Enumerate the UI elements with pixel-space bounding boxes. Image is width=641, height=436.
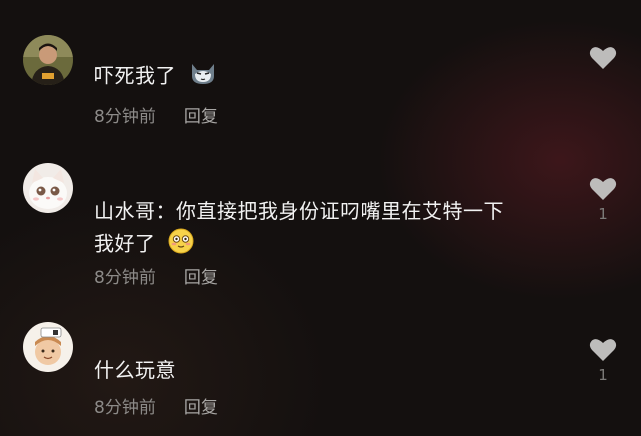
blush-emoji-icon <box>168 228 194 262</box>
comment-body: 你直接把我身份证叼嘴里在艾特一下 <box>176 199 504 223</box>
reply-button[interactable]: 回复 <box>184 393 218 418</box>
avatar[interactable] <box>23 322 73 372</box>
comment-line-2: 我好了 <box>94 228 574 262</box>
reply-button[interactable]: 回复 <box>184 263 218 288</box>
like-count: 1 <box>598 366 608 384</box>
avatar[interactable] <box>23 163 73 213</box>
comment-body-continued: 我好了 <box>94 231 156 256</box>
comment-text: 山水哥：你直接把我身份证叼嘴里在艾特一下 我好了 <box>94 196 574 262</box>
comment-text: 什么玩意 <box>94 355 574 385</box>
comment-author[interactable]: 山水哥： <box>94 199 176 223</box>
heart-icon <box>589 47 617 69</box>
comment-text: 吓死我了 <box>94 60 574 94</box>
comment-body: 什么玩意 <box>94 358 176 382</box>
comment-time: 8分钟前 <box>94 106 156 127</box>
heart-icon <box>589 178 617 200</box>
comment-meta: 8分钟前 回复 <box>94 393 218 418</box>
like-button[interactable]: 1 <box>588 176 618 223</box>
like-button[interactable]: 1 <box>588 337 618 384</box>
comment-line-1: 山水哥：你直接把我身份证叼嘴里在艾特一下 <box>94 196 574 226</box>
cat-emoji-icon <box>189 60 217 94</box>
heart-icon <box>589 339 617 361</box>
comment-meta: 8分钟前 回复 <box>94 102 218 127</box>
comment-time: 8分钟前 <box>94 267 156 288</box>
reply-button[interactable]: 回复 <box>184 102 218 127</box>
comment-time: 8分钟前 <box>94 397 156 418</box>
like-button[interactable] <box>588 45 618 74</box>
comment-body: 吓死我了 <box>94 63 176 88</box>
avatar[interactable] <box>23 35 73 85</box>
like-count: 1 <box>598 205 608 223</box>
comment-meta: 8分钟前 回复 <box>94 263 218 288</box>
